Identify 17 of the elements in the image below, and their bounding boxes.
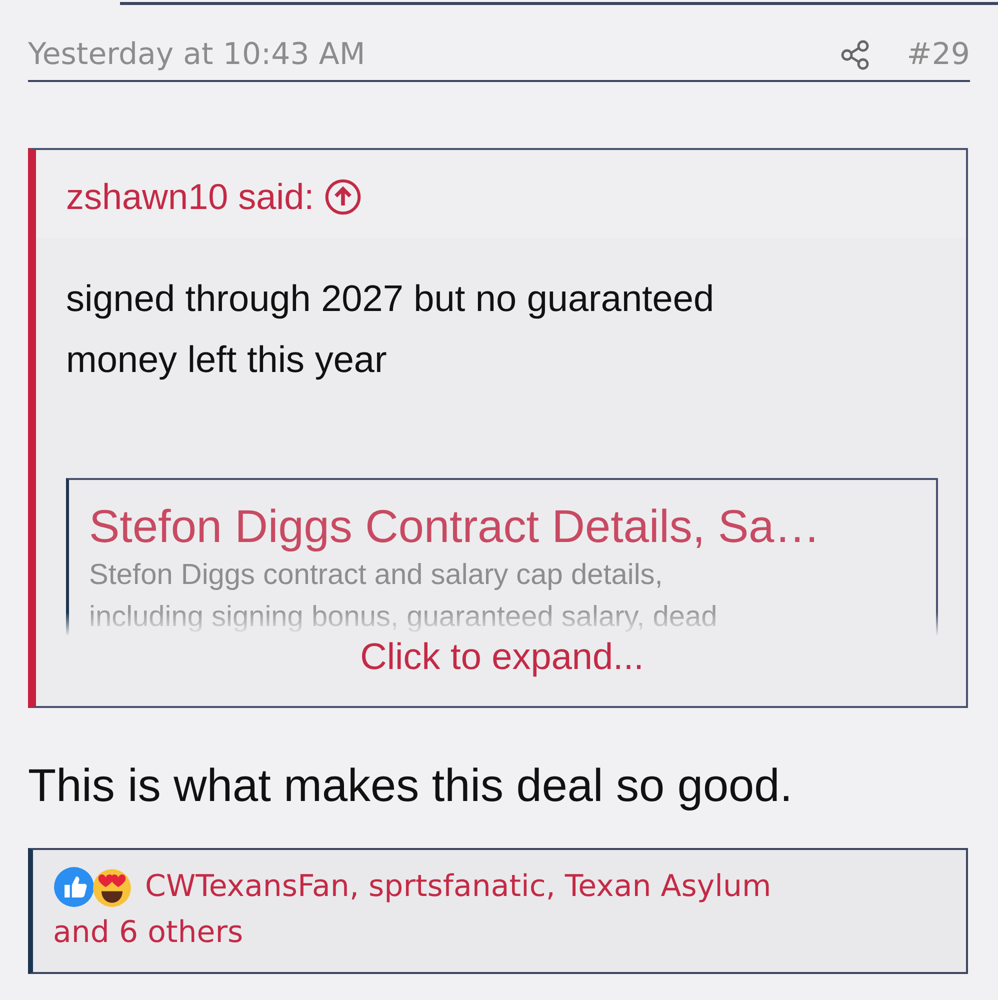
post-message: This is what makes this deal so good. (28, 758, 794, 812)
post-timestamp[interactable]: Yesterday at 10:43 AM (28, 37, 839, 72)
reaction-names[interactable]: CWTexansFan, sprtsfanatic, Texan Asylum (145, 864, 772, 910)
link-description: including signing bonus, guaranteed salary, dead (89, 600, 718, 635)
quote-author[interactable]: zshawn10 said: (66, 176, 314, 218)
heart-eyes-emoji-icon[interactable] (91, 866, 133, 908)
quote-text: money left this year (66, 338, 388, 382)
post-number[interactable]: #29 (906, 37, 970, 72)
thumbs-up-icon[interactable] (53, 866, 95, 908)
share-icon[interactable] (838, 38, 871, 70)
reaction-others-link[interactable]: and 6 others (53, 910, 946, 956)
arrow-up-circle-icon[interactable] (324, 178, 362, 216)
quote-text: signed through 2027 but no guaranteed (66, 277, 716, 321)
link-preview-card[interactable]: Stefon Diggs Contract Details, Sa… Stefon Diggs contract and salary cap details, including signing bonus, guaranteed salary, dead (66, 478, 938, 636)
link-title[interactable]: Stefon Diggs Contract Details, Sa… (89, 498, 936, 554)
link-description: Stefon Diggs contract and salary cap details, (89, 558, 664, 593)
expand-link[interactable]: Click to expand... (360, 636, 644, 678)
